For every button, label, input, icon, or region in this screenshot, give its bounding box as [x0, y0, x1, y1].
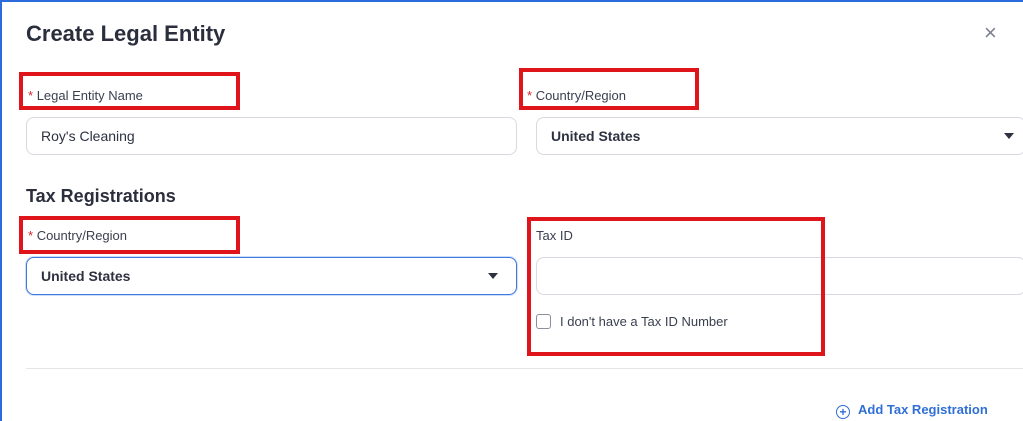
legal-entity-name-input[interactable]: Roy's Cleaning [26, 117, 517, 155]
tax-country-region-value: United States [41, 268, 131, 284]
dialog-top-border [0, 0, 1023, 2]
add-tax-registration-label: Add Tax Registration [858, 402, 988, 417]
tax-id-label: Tax ID [536, 228, 573, 243]
add-tax-registration-button[interactable]: + Add Tax Registration [836, 402, 988, 419]
required-marker: * [527, 88, 533, 103]
tax-country-region-select[interactable]: United States [26, 257, 517, 295]
section-divider [26, 368, 1023, 369]
caret-down-icon [1004, 133, 1014, 139]
required-marker: * [28, 88, 34, 103]
required-marker: * [28, 228, 34, 243]
country-region-value: United States [551, 128, 641, 144]
tax-registrations-heading: Tax Registrations [26, 186, 176, 206]
legal-entity-name-label: * Legal Entity Name [28, 88, 143, 103]
country-region-label: * Country/Region [527, 88, 627, 103]
close-icon[interactable]: × [984, 22, 997, 44]
dialog-title: Create Legal Entity [26, 21, 226, 46]
tax-id-input[interactable] [536, 257, 1023, 295]
no-tax-id-checkbox[interactable] [536, 314, 551, 329]
tax-country-region-label: * Country/Region [28, 228, 128, 243]
no-tax-id-label[interactable]: I don't have a Tax ID Number [560, 314, 728, 329]
country-region-select[interactable]: United States [536, 117, 1023, 155]
plus-circle-icon: + [836, 405, 850, 419]
caret-down-icon [488, 273, 498, 279]
dialog-left-border [0, 0, 2, 421]
